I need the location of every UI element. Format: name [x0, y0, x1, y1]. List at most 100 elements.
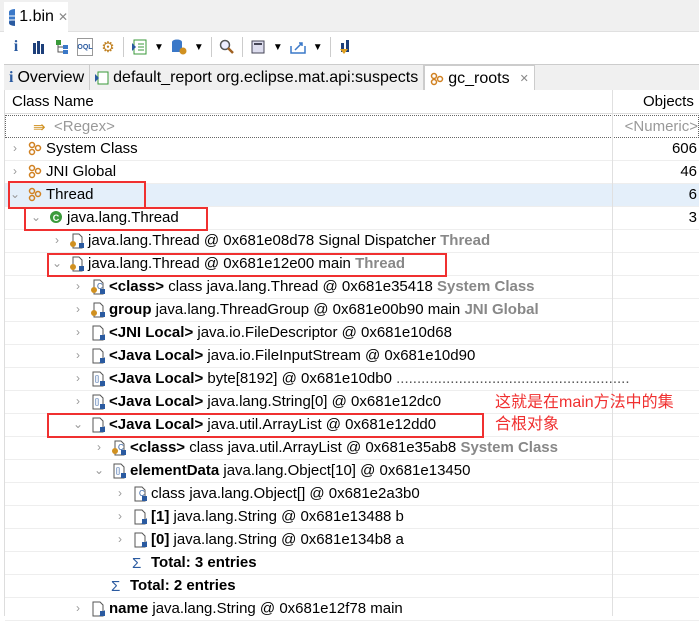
svg-text:[]: []: [116, 468, 120, 475]
reports-icon[interactable]: [131, 38, 147, 56]
chevron-right-icon[interactable]: ›: [72, 348, 84, 362]
row-field-name: elementData: [130, 462, 220, 479]
table-row[interactable]: › java.lang.Thread @ 0x681e08d78 Signal D…: [5, 230, 699, 253]
export-icon[interactable]: [289, 38, 306, 56]
column-header-objects[interactable]: Objects: [643, 93, 694, 110]
object-icon: [90, 302, 106, 318]
row-label: <Java Local> java.io.FileInputStream @ 0…: [109, 347, 475, 364]
table-row[interactable]: › [] <Java Local> byte[8192] @ 0x681e10db0…: [5, 368, 699, 391]
object-icon: [90, 601, 106, 617]
row-label: Total: 2 entries: [130, 577, 236, 594]
info-icon[interactable]: i: [8, 38, 24, 56]
chevron-right-icon[interactable]: ›: [114, 486, 126, 500]
sigma-icon: Σ: [111, 578, 121, 595]
close-icon[interactable]: ✕: [58, 10, 68, 24]
chevron-right-icon[interactable]: ›: [72, 371, 84, 385]
row-field-name: <Java Local>: [109, 370, 204, 387]
table-row[interactable]: › C <class> class java.lang.Thread @ 0x681…: [5, 276, 699, 299]
heap-dump-icon: [9, 9, 16, 26]
row-truncation: ........................................…: [396, 370, 630, 387]
table-row[interactable]: Σ Total: 3 entries: [5, 552, 699, 575]
chevron-down-icon[interactable]: ▼: [273, 42, 283, 53]
table-row[interactable]: › name java.lang.String @ 0x681e12f78 mai…: [5, 598, 699, 621]
oql-icon[interactable]: OQL: [77, 38, 93, 56]
tab-default-report[interactable]: default_report org.eclipse.mat.api:suspe…: [90, 65, 425, 91]
row-label: System Class: [46, 140, 138, 157]
table-row[interactable]: › [1] java.lang.String @ 0x681e13488 b: [5, 506, 699, 529]
dominator-tree-icon[interactable]: [54, 38, 70, 56]
objects-count: 606: [671, 140, 697, 157]
table-row[interactable]: › [0] java.lang.String @ 0x681e134b8 a: [5, 529, 699, 552]
chevron-right-icon[interactable]: ›: [72, 394, 84, 408]
table-row[interactable]: Σ Total: 2 entries: [5, 575, 699, 598]
tab-overview[interactable]: i Overview: [4, 65, 91, 91]
row-label: <class> class java.lang.Thread @ 0x681e3…: [109, 278, 535, 295]
row-text: JNI Global: [46, 163, 117, 180]
row-field-name: Total: 2 entries: [130, 577, 236, 594]
filter-row: ⇛ <Regex> <Numeric>: [5, 115, 699, 138]
highlight-box: [47, 413, 484, 438]
row-field-name: [0]: [151, 531, 170, 548]
calculator-icon[interactable]: [250, 38, 266, 56]
highlight-box: [24, 207, 208, 231]
table-row[interactable]: › C <class> class java.util.ArrayList @ 0x…: [5, 437, 699, 460]
svg-text:[]: []: [95, 376, 99, 383]
objects-count: 3: [688, 209, 697, 226]
row-label: [1] java.lang.String @ 0x681e13488 b: [151, 508, 404, 525]
editor-tab-title: 1.bin: [19, 8, 54, 25]
tab-label: default_report org.eclipse.mat.api:suspe…: [113, 69, 419, 86]
row-field-name: name: [109, 600, 149, 617]
row-text: java.lang.ThreadGroup @ 0x681e00b90 main: [151, 301, 465, 318]
array-icon: []: [90, 394, 106, 410]
sigma-icon: Σ: [132, 555, 142, 572]
array-icon: []: [111, 463, 127, 479]
editor-tab-1bin[interactable]: 1.bin ✕: [4, 2, 68, 32]
objects-count: 6: [688, 186, 697, 203]
table-row[interactable]: › <JNI Local> java.io.FileDescriptor @ 0x…: [5, 322, 699, 345]
chevron-right-icon[interactable]: ›: [72, 325, 84, 339]
histogram-icon[interactable]: [31, 38, 47, 56]
row-text: java.lang.String[0] @ 0x681e12dc0: [203, 393, 442, 410]
chevron-right-icon[interactable]: ›: [114, 532, 126, 546]
row-label: <Java Local> java.lang.String[0] @ 0x681…: [109, 393, 441, 410]
chevron-right-icon[interactable]: ›: [72, 279, 84, 293]
close-icon[interactable]: ✕: [520, 72, 529, 85]
table-row[interactable]: › <Java Local> java.io.FileInputStream @ …: [5, 345, 699, 368]
tab-gc-roots[interactable]: gc_roots ✕: [424, 65, 535, 91]
editor-tab-bar: 1.bin ✕: [0, 0, 699, 32]
chevron-right-icon[interactable]: ›: [9, 164, 21, 178]
chevron-right-icon[interactable]: ›: [9, 141, 21, 155]
chevron-down-icon[interactable]: ⌄: [93, 463, 105, 477]
class-name-filter-input[interactable]: <Regex>: [54, 118, 115, 135]
objects-filter-input[interactable]: <Numeric>: [616, 118, 699, 135]
highlight-box: [8, 181, 146, 209]
column-header-class-name[interactable]: Class Name: [12, 93, 94, 110]
table-row[interactable]: ⌄ [] elementData java.lang.Object[10] @ 0x…: [5, 460, 699, 483]
leak-suspects-icon[interactable]: [338, 38, 354, 56]
row-label: class java.lang.Object[] @ 0x681e2a3b0: [151, 485, 420, 502]
row-label: elementData java.lang.Object[10] @ 0x681…: [130, 462, 470, 479]
toolbar-separator: [329, 37, 331, 57]
column-divider[interactable]: [612, 90, 613, 616]
table-row[interactable]: › System Class 606: [5, 138, 699, 161]
chevron-down-icon[interactable]: ▼: [313, 42, 323, 53]
chevron-right-icon[interactable]: ›: [114, 509, 126, 523]
table-row[interactable]: › group java.lang.ThreadGroup @ 0x681e00b…: [5, 299, 699, 322]
chevron-down-icon[interactable]: ▼: [194, 42, 204, 53]
chevron-right-icon[interactable]: ›: [72, 601, 84, 615]
row-label: <Java Local> byte[8192] @ 0x681e10db0 ..…: [109, 370, 630, 387]
query-browser-icon[interactable]: [171, 38, 187, 56]
search-icon[interactable]: [219, 38, 235, 56]
row-text: java.lang.Thread @ 0x681e08d78 Signal Di…: [88, 232, 441, 249]
report-icon: [95, 71, 109, 85]
thread-overview-icon[interactable]: ⚙: [100, 38, 116, 56]
chevron-right-icon[interactable]: ›: [51, 233, 63, 247]
class-object-icon: C: [132, 486, 148, 502]
table-row[interactable]: › C class java.lang.Object[] @ 0x681e2a3b…: [5, 483, 699, 506]
row-field-name: Total: 3 entries: [151, 554, 257, 571]
chevron-down-icon[interactable]: ▼: [154, 42, 164, 53]
chevron-right-icon[interactable]: ›: [93, 440, 105, 454]
chevron-right-icon[interactable]: ›: [72, 302, 84, 316]
row-field-name: group: [109, 301, 152, 318]
toolbar-separator: [123, 37, 124, 57]
